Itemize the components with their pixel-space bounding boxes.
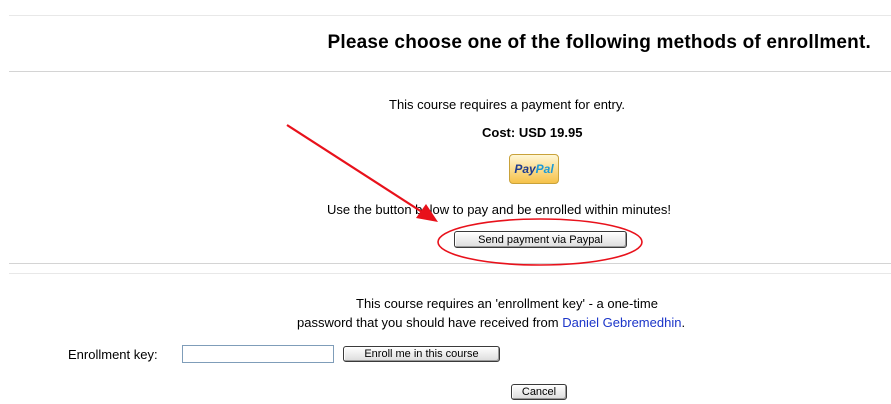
payment-required-text: This course requires a payment for entry… <box>389 97 626 112</box>
enrollment-key-line2-prefix: password that you should have received f… <box>297 315 563 330</box>
section-divider-secondary <box>9 273 891 274</box>
enroll-me-button[interactable]: Enroll me in this course <box>343 346 500 362</box>
page-heading: Please choose one of the following metho… <box>327 32 871 53</box>
enrollment-key-line2-suffix: . <box>681 315 686 330</box>
enrollment-key-line1: This course requires an 'enrollment key'… <box>356 296 658 311</box>
cost-text: Cost: USD 19.95 <box>482 125 583 140</box>
top-divider <box>9 15 891 16</box>
heading-divider <box>9 71 891 72</box>
cancel-button[interactable]: Cancel <box>511 384 567 400</box>
enrollment-key-label: Enrollment key: <box>68 347 158 362</box>
section-divider <box>9 263 891 264</box>
paypal-logo: Pay Pal <box>509 154 559 184</box>
teacher-link[interactable]: Daniel Gebremedhin <box>562 315 681 330</box>
annotation-arrow-line <box>286 124 423 213</box>
paypal-logo-pay: Pay <box>514 162 536 176</box>
enrollment-key-input[interactable] <box>182 345 334 363</box>
send-payment-paypal-button[interactable]: Send payment via Paypal <box>454 231 627 248</box>
paypal-instruction-text: Use the button below to pay and be enrol… <box>327 202 671 217</box>
enrollment-key-line2: password that you should have received f… <box>297 315 685 330</box>
paypal-logo-pal: Pal <box>535 162 554 176</box>
